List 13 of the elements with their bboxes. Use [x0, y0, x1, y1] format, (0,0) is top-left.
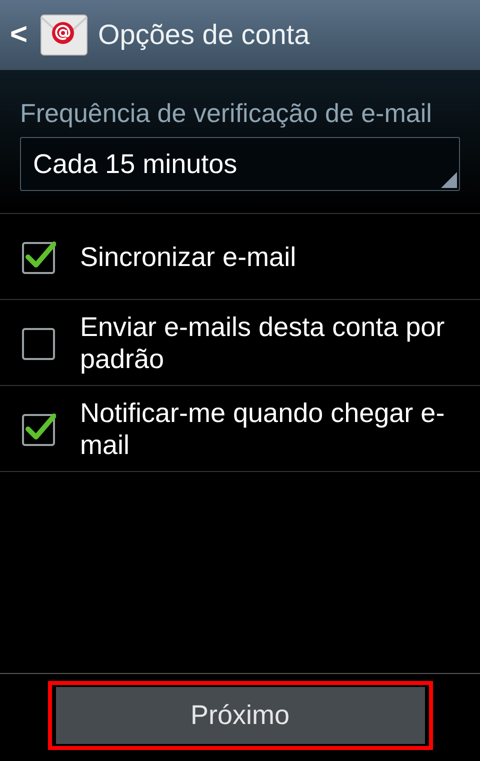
screen-title: Opções de conta: [98, 19, 310, 51]
frequency-label: Frequência de verificação de e-mail: [20, 98, 433, 129]
email-app-icon: [40, 14, 88, 56]
checkbox[interactable]: [22, 326, 56, 360]
next-button[interactable]: Próximo: [56, 687, 424, 744]
dropdown-corner-icon: [441, 172, 457, 188]
option-label: Sincronizar e-mail: [80, 240, 298, 272]
option-label: Enviar e-mails desta conta por padrão: [80, 310, 446, 374]
checkbox[interactable]: [22, 412, 56, 446]
checkbox[interactable]: [22, 240, 56, 274]
back-button[interactable]: <: [10, 18, 30, 52]
frequency-dropdown[interactable]: Cada 15 minutos: [20, 137, 460, 191]
option-label: Notificar-me quando chegar e-mail: [80, 396, 446, 460]
